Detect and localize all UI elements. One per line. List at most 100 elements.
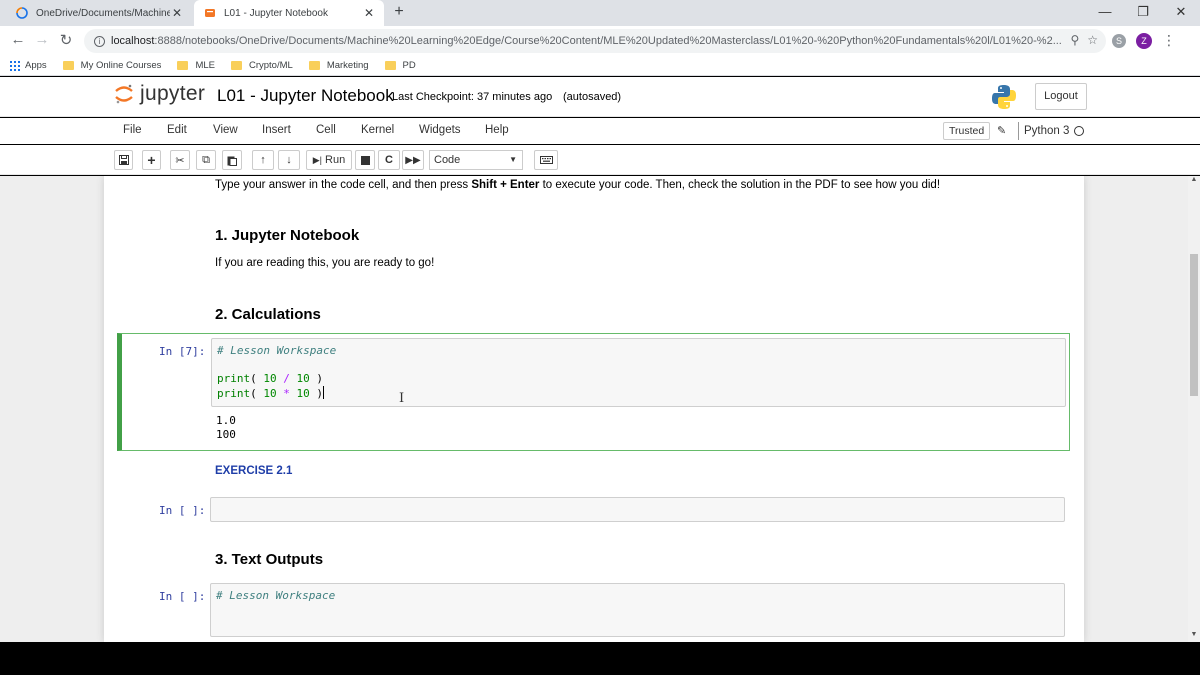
menu-widgets[interactable]: Widgets	[419, 124, 461, 136]
heading-calculations: 2. Calculations	[215, 306, 321, 323]
stop-square-icon[interactable]	[355, 150, 375, 170]
scrollbar-thumb[interactable]	[1190, 254, 1198, 396]
keyboard-icon[interactable]	[534, 150, 558, 170]
close-icon[interactable]: ✕	[362, 6, 376, 20]
folder-icon	[384, 61, 396, 70]
fast-forward-icon[interactable]: ▶▶	[402, 150, 424, 170]
bookmark-mle[interactable]: MLE	[177, 60, 215, 71]
tab-onedrive[interactable]: OneDrive/Documents/Machine L ✕	[6, 0, 192, 26]
address-bar-row: ← → ↻ i localhost:8888/notebooks/OneDriv…	[0, 26, 1200, 56]
bookmark-pd[interactable]: PD	[384, 60, 416, 71]
tab-jupyter-notebook[interactable]: L01 - Jupyter Notebook ✕	[194, 0, 384, 26]
more-menu-icon[interactable]: ⋮	[1162, 32, 1176, 49]
window-controls: — ❐ ✕	[1086, 0, 1200, 26]
text-cursor	[323, 386, 324, 399]
jupyter-logo[interactable]: jupyter	[114, 82, 205, 106]
apps-grid-icon	[10, 60, 20, 71]
pencil-icon[interactable]: ✎	[997, 124, 1006, 137]
code-cell-input[interactable]: # Lesson Workspace	[210, 583, 1065, 637]
paste-icon[interactable]	[222, 150, 242, 170]
omnibox-actions: ⚲ ☆	[1070, 33, 1098, 47]
bookmark-star-icon[interactable]: ☆	[1087, 33, 1098, 47]
heading-jupyter-notebook: 1. Jupyter Notebook	[215, 227, 360, 244]
copy-icon[interactable]: ⧉	[196, 150, 216, 170]
bookmark-marketing[interactable]: Marketing	[308, 60, 369, 71]
run-step-icon: ▶|	[312, 154, 323, 165]
extension-s-icon[interactable]: S	[1112, 33, 1126, 48]
forward-arrow-icon[interactable]: →	[32, 31, 52, 48]
code-cell-selected[interactable]: In [7]: # Lesson Workspace print( 10 / 1…	[117, 333, 1070, 451]
close-icon[interactable]: ✕	[170, 6, 184, 20]
menu-view[interactable]: View	[213, 124, 238, 136]
logout-button[interactable]: Logout	[1035, 83, 1087, 110]
exercise-label: EXERCISE 2.1	[215, 465, 293, 477]
python-logo-icon	[992, 85, 1016, 109]
info-icon[interactable]: i	[94, 35, 105, 47]
menu-file[interactable]: File	[123, 124, 142, 136]
heading-text-outputs: 3. Text Outputs	[215, 551, 324, 568]
jupyter-header: jupyter L01 - Jupyter Notebook Last Chec…	[0, 77, 1200, 117]
jupyter-logo-text: jupyter	[140, 82, 206, 105]
menu-cell[interactable]: Cell	[316, 124, 336, 136]
menu-help[interactable]: Help	[485, 124, 509, 136]
insert-cell-plus-icon[interactable]: +	[142, 150, 161, 170]
cell-output: 1.0 100	[216, 414, 236, 441]
jupyter-favicon-icon	[205, 9, 215, 17]
menu-edit[interactable]: Edit	[167, 124, 187, 136]
bookmark-apps[interactable]: Apps	[10, 60, 47, 71]
code-text: # Lesson Workspace	[216, 589, 336, 602]
notebook-scroll-area[interactable]: Type your answer in the code cell, and t…	[0, 176, 1188, 642]
move-up-arrow-icon[interactable]: ↑	[252, 150, 274, 170]
back-arrow-icon[interactable]: ←	[8, 31, 28, 48]
avatar[interactable]: Z	[1136, 32, 1152, 49]
jupyter-logo-icon	[115, 84, 133, 104]
kernel-idle-indicator-icon	[1074, 126, 1084, 136]
loading-spinner-icon	[16, 7, 28, 19]
video-letterbox-bar	[0, 642, 1200, 675]
autosave-status: (autosaved)	[563, 91, 622, 103]
scroll-up-icon[interactable]: ▲	[1188, 176, 1200, 183]
cell-prompt: In [7]:	[159, 345, 206, 358]
code-cell-input-empty[interactable]	[210, 497, 1065, 522]
reload-icon[interactable]: ↻	[56, 31, 76, 49]
folder-icon	[308, 61, 320, 70]
notebook-toolbar: + ✂ ⧉ ↑ ↓ ▶| Run C ▶▶ Code ▼	[0, 145, 1200, 175]
restore-button[interactable]: ❐	[1124, 0, 1162, 26]
save-icon[interactable]	[114, 150, 133, 170]
new-tab-button[interactable]: +	[390, 3, 408, 21]
browser-tab-bar: OneDrive/Documents/Machine L ✕ L01 - Jup…	[0, 0, 1200, 26]
scroll-down-icon[interactable]: ▼	[1188, 631, 1200, 638]
restart-kernel-icon[interactable]: C	[378, 150, 400, 170]
menu-kernel[interactable]: Kernel	[361, 124, 394, 136]
run-button[interactable]: ▶| Run	[306, 150, 352, 170]
bookmarks-bar: Apps My Online Courses MLE Crypto/ML Mar…	[0, 56, 1200, 76]
bookmark-crypto-ml[interactable]: Crypto/ML	[230, 60, 293, 71]
cell-type-select[interactable]: Code ▼	[429, 150, 523, 170]
window-close-button[interactable]: ✕	[1162, 0, 1200, 26]
minimize-button[interactable]: —	[1086, 0, 1124, 26]
notebook-container: Type your answer in the code cell, and t…	[104, 176, 1084, 642]
url-host: localhost	[111, 35, 155, 47]
cell-prompt: In [ ]:	[159, 504, 206, 517]
url-input[interactable]: i localhost:8888/notebooks/OneDrive/Docu…	[84, 29, 1106, 53]
bookmark-my-online-courses[interactable]: My Online Courses	[62, 60, 161, 71]
extension-icons: S Z ⋮	[1112, 32, 1176, 49]
move-down-arrow-icon[interactable]: ↓	[278, 150, 300, 170]
shortcut-key-text: Shift + Enter	[471, 179, 540, 191]
text-cursor-ibeam-icon: I	[399, 391, 405, 406]
notebook-title[interactable]: L01 - Jupyter Notebook	[217, 86, 394, 106]
cell-prompt: In [ ]:	[159, 590, 206, 603]
trusted-badge[interactable]: Trusted	[943, 122, 991, 140]
code-text: # Lesson Workspace print( 10 / 10 ) prin…	[217, 344, 337, 400]
kernel-name: Python 3	[1018, 122, 1069, 140]
folder-icon	[230, 61, 242, 70]
chevron-down-icon: ▼	[509, 155, 517, 164]
menu-insert[interactable]: Insert	[262, 124, 291, 136]
vertical-scrollbar[interactable]: ▲ ▼	[1188, 176, 1200, 642]
folder-icon	[62, 61, 74, 70]
zoom-icon[interactable]: ⚲	[1070, 33, 1079, 47]
code-cell-input[interactable]: # Lesson Workspace print( 10 / 10 ) prin…	[211, 338, 1066, 407]
notebook-menu-bar: File Edit View Insert Cell Kernel Widget…	[0, 118, 1200, 144]
cut-scissors-icon[interactable]: ✂	[170, 150, 190, 170]
intro-text: Type your answer in the code cell, and t…	[215, 179, 941, 191]
